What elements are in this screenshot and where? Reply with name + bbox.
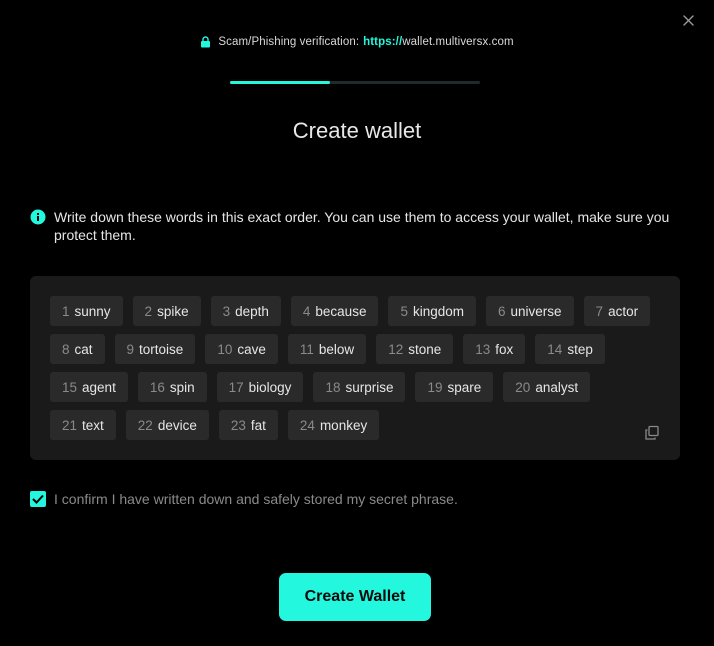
copy-icon[interactable] <box>644 425 660 441</box>
mnemonic-word-chip: 22 device <box>125 410 209 440</box>
mnemonic-word-number: 2 <box>144 303 153 319</box>
mnemonic-word-chip: 5 kingdom <box>388 296 476 326</box>
close-icon[interactable] <box>680 12 696 28</box>
mnemonic-word-number: 15 <box>62 379 78 395</box>
verification-domain: wallet.multiversx.com <box>402 36 514 48</box>
mnemonic-word-chip: 21 text <box>50 410 116 440</box>
mnemonic-word-chip: 12 stone <box>376 334 454 364</box>
mnemonic-word-text: stone <box>408 341 442 357</box>
secret-phrase-words: 1 sunny 2 spike 3 depth 4 because 5 kingdom 6 unive… <box>50 296 660 440</box>
mnemonic-word-number: 14 <box>547 341 563 357</box>
step-progress-fill <box>230 81 330 84</box>
mnemonic-word-number: 20 <box>515 379 531 395</box>
mnemonic-word-text: tortoise <box>139 341 184 357</box>
mnemonic-word-number: 8 <box>62 341 70 357</box>
mnemonic-word-text: spin <box>169 379 195 395</box>
confirm-checkbox[interactable] <box>30 491 46 507</box>
mnemonic-word-chip: 15 agent <box>50 372 128 402</box>
mnemonic-word-number: 10 <box>217 341 233 357</box>
mnemonic-word-chip: 2 spike <box>132 296 201 326</box>
mnemonic-word-chip: 11 below <box>287 334 367 364</box>
mnemonic-word-number: 13 <box>475 341 491 357</box>
mnemonic-word-number: 21 <box>62 417 78 433</box>
mnemonic-word-chip: 9 tortoise <box>114 334 196 364</box>
mnemonic-word-text: fat <box>250 417 266 433</box>
mnemonic-word-number: 17 <box>228 379 244 395</box>
phishing-verification: Scam/Phishing verification: https:// wal… <box>0 36 714 48</box>
create-wallet-button[interactable]: Create Wallet <box>279 573 431 621</box>
mnemonic-word-number: 9 <box>126 341 135 357</box>
mnemonic-word-chip: 16 spin <box>137 372 207 402</box>
mnemonic-word-chip: 24 monkey <box>287 410 380 440</box>
create-wallet-modal: Scam/Phishing verification: https:// wal… <box>0 0 714 646</box>
mnemonic-word-number: 22 <box>137 417 153 433</box>
mnemonic-word-chip: 23 fat <box>218 410 278 440</box>
mnemonic-word-text: actor <box>608 303 639 319</box>
mnemonic-word-number: 3 <box>222 303 231 319</box>
mnemonic-word-text: agent <box>82 379 116 395</box>
verification-protocol: https:// <box>363 36 403 48</box>
mnemonic-word-text: depth <box>235 303 269 319</box>
confirm-label: I confirm I have written down and safely… <box>54 491 458 507</box>
mnemonic-word-text: spare <box>447 379 482 395</box>
mnemonic-word-number: 7 <box>595 303 604 319</box>
mnemonic-word-text: text <box>82 417 104 433</box>
mnemonic-word-text: device <box>157 417 197 433</box>
mnemonic-word-text: biology <box>248 379 292 395</box>
mnemonic-word-chip: 17 biology <box>216 372 304 402</box>
mnemonic-word-chip: 7 actor <box>583 296 651 326</box>
mnemonic-word-text: universe <box>510 303 562 319</box>
mnemonic-word-chip: 20 analyst <box>503 372 591 402</box>
mnemonic-word-number: 4 <box>302 303 311 319</box>
mnemonic-word-text: fox <box>495 341 514 357</box>
mnemonic-word-chip: 14 step <box>535 334 605 364</box>
mnemonic-word-number: 5 <box>400 303 408 319</box>
mnemonic-word-number: 6 <box>498 303 506 319</box>
mnemonic-word-text: monkey <box>319 417 368 433</box>
mnemonic-word-text: spike <box>157 303 189 319</box>
mnemonic-word-number: 18 <box>325 379 341 395</box>
mnemonic-word-text: cat <box>74 341 93 357</box>
step-progress-bar <box>230 81 480 84</box>
mnemonic-word-chip: 8 cat <box>50 334 105 364</box>
mnemonic-word-text: step <box>567 341 593 357</box>
mnemonic-word-text: analyst <box>535 379 579 395</box>
mnemonic-word-number: 19 <box>427 379 443 395</box>
mnemonic-word-number: 12 <box>388 341 404 357</box>
mnemonic-word-chip: 18 surprise <box>313 372 406 402</box>
mnemonic-word-text: sunny <box>74 303 111 319</box>
mnemonic-word-chip: 6 universe <box>486 296 574 326</box>
mnemonic-word-number: 1 <box>62 303 70 319</box>
mnemonic-word-chip: 10 cave <box>205 334 278 364</box>
mnemonic-word-chip: 4 because <box>290 296 379 326</box>
mnemonic-word-text: cave <box>237 341 266 357</box>
mnemonic-word-chip: 19 spare <box>415 372 494 402</box>
mnemonic-word-text: surprise <box>345 379 394 395</box>
mnemonic-word-chip: 3 depth <box>210 296 281 326</box>
mnemonic-word-text: because <box>315 303 367 319</box>
instruction-text: Write down these words in this exact ord… <box>54 209 670 243</box>
info-icon <box>30 209 46 225</box>
mnemonic-word-number: 11 <box>299 341 314 357</box>
page-title: Create wallet <box>292 118 422 143</box>
mnemonic-word-text: kingdom <box>412 303 464 319</box>
verification-label: Scam/Phishing verification: <box>218 36 360 48</box>
mnemonic-word-number: 16 <box>149 379 165 395</box>
mnemonic-word-chip: 13 fox <box>463 334 526 364</box>
secret-phrase-panel: 1 sunny 2 spike 3 depth 4 because 5 kingdom 6 unive… <box>30 276 680 460</box>
mnemonic-word-number: 24 <box>299 417 315 433</box>
mnemonic-word-chip: 1 sunny <box>50 296 123 326</box>
instruction-notice: Write down these words in this exact ord… <box>30 208 670 244</box>
mnemonic-word-text: below <box>318 341 355 357</box>
lock-icon <box>200 36 211 48</box>
confirm-row[interactable]: I confirm I have written down and safely… <box>30 491 458 507</box>
mnemonic-word-number: 23 <box>230 417 246 433</box>
